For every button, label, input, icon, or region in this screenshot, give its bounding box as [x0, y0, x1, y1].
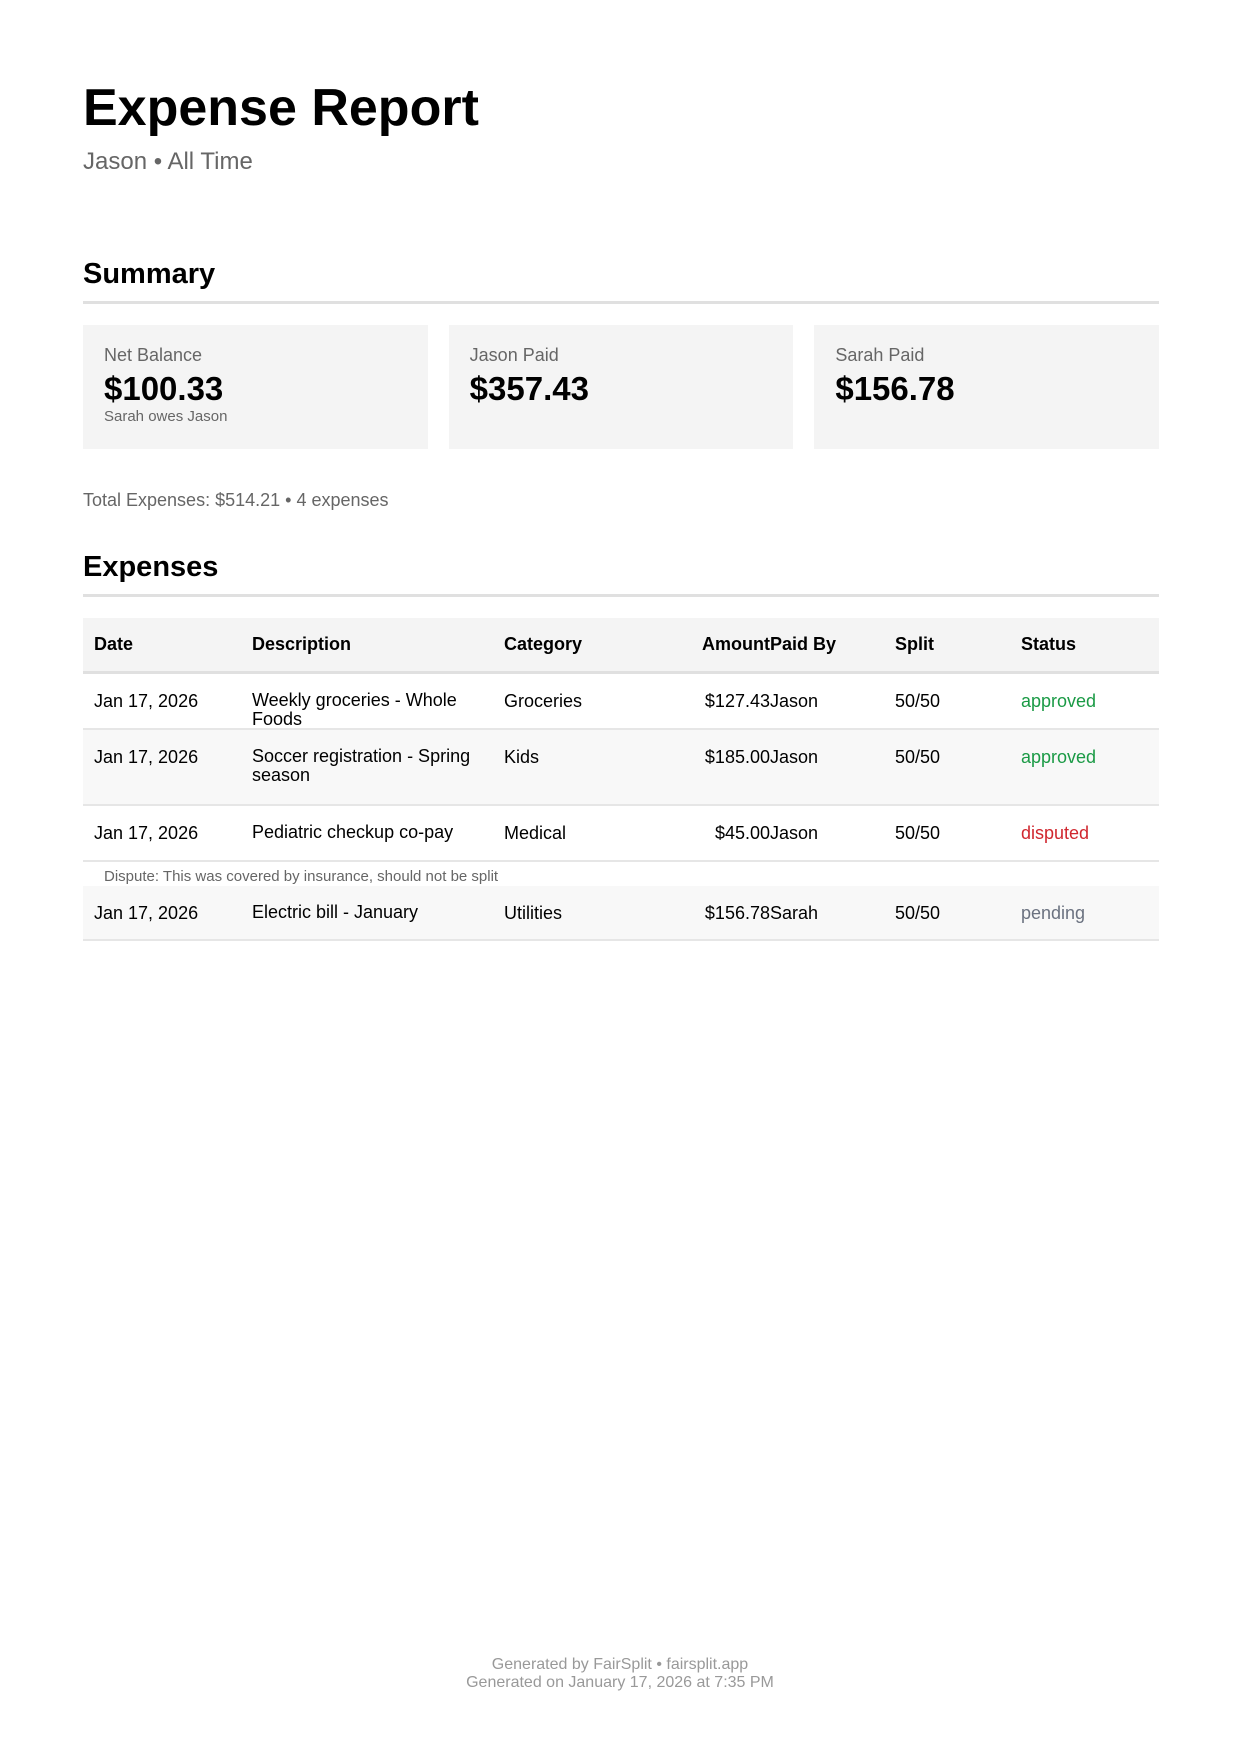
status-badge: disputed	[1021, 823, 1090, 843]
cell-split: 50/50	[895, 903, 941, 923]
column-header-status: Status	[1021, 634, 1077, 654]
cell-category: Groceries	[504, 691, 583, 711]
expenses-table: Date Description Category Amount Paid By…	[83, 618, 1159, 941]
cell-amount: $185.00	[704, 747, 770, 767]
column-header-description: Description	[252, 634, 352, 655]
column-header-date: Date	[94, 634, 134, 654]
report-footer: Generated by FairSplit • fairsplit.app G…	[0, 1656, 1240, 1693]
jason-paid-card: Jason Paid $357.43	[448, 325, 794, 449]
table-row: Jan 17, 2026 Pediatric checkup co-pay Me…	[83, 806, 1159, 862]
cell-date: Jan 17, 2026	[94, 823, 199, 843]
dispute-note: Dispute: This was covered by insurance, …	[104, 868, 499, 885]
total-expenses-summary: Total Expenses: $514.21 • 4 expenses	[83, 490, 389, 510]
table-row: Jan 17, 2026 Soccer registration - Sprin…	[83, 730, 1159, 806]
table-header: Date Description Category Amount Paid By…	[83, 618, 1159, 674]
cell-category: Kids	[504, 747, 540, 767]
cell-category: Medical	[504, 823, 567, 843]
expenses-heading: Expenses	[83, 551, 1159, 597]
cell-description: Pediatric checkup co-pay	[252, 822, 454, 842]
table-row: Jan 17, 2026 Weekly groceries - Whole Fo…	[83, 674, 1159, 730]
card-value: $100.33	[104, 370, 224, 407]
cell-split: 50/50	[895, 823, 941, 843]
cell-description: Weekly groceries - Whole Foods	[252, 690, 457, 729]
cell-category: Utilities	[504, 903, 563, 923]
report-subtitle: Jason • All Time	[83, 148, 253, 175]
cell-date: Jan 17, 2026	[94, 747, 199, 767]
card-label: Net Balance	[104, 345, 203, 365]
column-header-paid-by: Paid By	[770, 634, 837, 654]
cell-paid-by: Jason	[770, 691, 819, 711]
status-badge: approved	[1021, 691, 1097, 711]
card-value: $156.78	[835, 370, 955, 407]
summary-heading: Summary	[83, 258, 1159, 304]
cell-description: Electric bill - January	[252, 902, 419, 922]
footer-generated-by: Generated by FairSplit • fairsplit.app	[491, 1656, 749, 1673]
summary-cards: Net Balance $100.33 Sarah owes Jason Jas…	[83, 325, 1160, 449]
cell-amount: $156.78	[704, 903, 770, 923]
footer-generated-on: Generated on January 17, 2026 at 7:35 PM	[466, 1674, 774, 1692]
card-value: $357.43	[469, 370, 589, 407]
cell-split: 50/50	[895, 747, 941, 767]
column-header-amount: Amount	[702, 634, 770, 654]
column-header-category: Category	[504, 634, 583, 654]
cell-paid-by: Sarah	[770, 903, 819, 923]
card-label: Sarah Paid	[835, 345, 925, 365]
table-row: Jan 17, 2026 Electric bill - January Uti…	[83, 886, 1159, 941]
report-title: Expense Report	[83, 79, 479, 137]
cell-paid-by: Jason	[770, 823, 819, 843]
cell-split: 50/50	[895, 691, 941, 711]
cell-date: Jan 17, 2026	[94, 691, 199, 711]
cell-paid-by: Jason	[770, 747, 819, 767]
cell-amount: $45.00	[714, 823, 770, 843]
column-header-split: Split	[895, 634, 934, 654]
card-subtext: Sarah owes Jason	[104, 407, 228, 425]
sarah-paid-card: Sarah Paid $156.78	[814, 325, 1160, 449]
net-balance-card: Net Balance $100.33 Sarah owes Jason	[83, 325, 428, 449]
cell-date: Jan 17, 2026	[94, 903, 199, 923]
cell-description: Soccer registration - Spring season	[252, 746, 471, 785]
status-badge: approved	[1021, 747, 1097, 767]
cell-amount: $127.43	[704, 691, 770, 711]
card-label: Jason Paid	[469, 345, 559, 365]
status-badge: pending	[1021, 903, 1086, 923]
